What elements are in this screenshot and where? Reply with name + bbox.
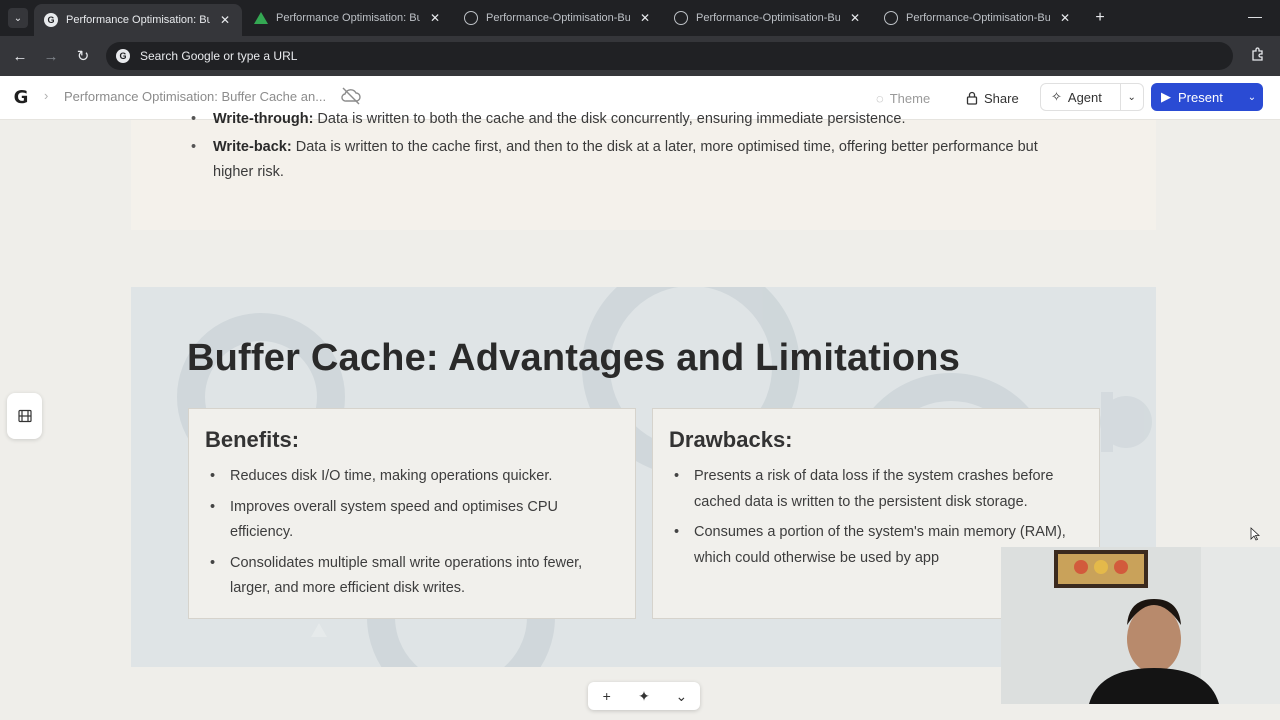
list-item-text: Data is written to the cache first, and …	[213, 139, 1038, 180]
browser-tab-strip: ⌄ G Performance Optimisation: Buff ✕ Per…	[0, 0, 1280, 36]
benefits-box: Benefits: Reduces disk I/O time, making …	[188, 408, 636, 619]
agent-button-group: ✧ Agent ⌄	[1040, 83, 1144, 111]
google-icon: G	[116, 49, 130, 63]
list-item: Consolidates multiple small write operat…	[205, 551, 620, 602]
sparkle-icon: ✧	[1051, 89, 1062, 104]
tab-title: Performance Optimisation: Buff	[66, 14, 210, 26]
list-item: Improves overall system speed and optimi…	[205, 495, 620, 546]
tab-search-chevron-icon[interactable]: ⌄	[8, 8, 28, 28]
tab-title: Performance-Optimisation-Buff	[486, 12, 630, 24]
list-item-term: Write-through:	[213, 111, 314, 127]
tab-title: Performance-Optimisation-Buff	[906, 12, 1050, 24]
globe-icon	[884, 11, 898, 25]
previous-card: Write-through: Data is written to both t…	[131, 107, 1156, 230]
share-button[interactable]: Share	[966, 87, 1019, 109]
forward-arrow-icon[interactable]: →	[41, 46, 61, 66]
tab-title: Performance Optimisation: Buff	[276, 12, 420, 24]
chevron-down-icon[interactable]: ⌄	[1119, 84, 1144, 110]
agent-button[interactable]: ✧ Agent	[1041, 89, 1120, 105]
browser-tab[interactable]: Performance-Optimisation-Buff ✕	[454, 4, 662, 32]
drawbacks-heading: Drawbacks:	[669, 427, 793, 452]
card-layout-button[interactable]	[7, 393, 42, 439]
benefits-list: Reduces disk I/O time, making operations…	[205, 464, 620, 607]
browser-tab[interactable]: Performance Optimisation: Buff ✕	[244, 4, 452, 32]
agent-label: Agent	[1067, 89, 1102, 105]
mouse-cursor-icon	[1250, 527, 1260, 541]
lock-icon	[966, 91, 978, 105]
browser-tab[interactable]: G Performance Optimisation: Buff ✕	[34, 4, 242, 36]
list-item: Reduces disk I/O time, making operations…	[205, 464, 620, 490]
address-bar[interactable]: G Search Google or type a URL	[106, 42, 1233, 70]
webcam-video-overlay	[1001, 547, 1280, 704]
present-button[interactable]: ▶ Present	[1151, 89, 1241, 105]
ai-sparkle-icon[interactable]: ✦	[625, 688, 662, 705]
minimize-icon[interactable]: —	[1246, 8, 1264, 26]
tab-title: Performance-Optimisation-Buff	[696, 12, 840, 24]
list-item: Write-back: Data is written to the cache…	[191, 135, 1081, 185]
slide-title: Buffer Cache: Advantages and Limitations	[187, 337, 961, 379]
gamma-icon: G	[44, 13, 58, 27]
list-item: Write-through: Data is written to both t…	[191, 107, 906, 132]
theme-label: Theme	[889, 90, 931, 106]
chevron-down-icon[interactable]: ⌄	[1241, 92, 1263, 103]
close-icon[interactable]: ✕	[638, 11, 652, 25]
film-strip-icon	[17, 409, 32, 423]
chevron-down-icon[interactable]: ⌄	[663, 688, 700, 705]
list-item-text: Data is written to both the cache and th…	[313, 111, 906, 127]
present-label: Present	[1178, 89, 1223, 105]
browser-tab[interactable]: Performance-Optimisation-Buff ✕	[664, 4, 872, 32]
address-bar-placeholder: Search Google or type a URL	[140, 49, 298, 63]
extensions-puzzle-icon[interactable]	[1248, 46, 1268, 66]
close-icon[interactable]: ✕	[848, 11, 862, 25]
cloud-offline-icon	[340, 86, 364, 108]
globe-icon	[674, 11, 688, 25]
palette-icon: ◌	[876, 90, 884, 106]
close-icon[interactable]: ✕	[428, 11, 442, 25]
share-label: Share	[984, 90, 1019, 106]
globe-icon	[464, 11, 478, 25]
document-title[interactable]: Performance Optimisation: Buffer Cache a…	[64, 89, 326, 104]
new-tab-plus-icon[interactable]: +	[1090, 8, 1110, 28]
back-arrow-icon[interactable]: ←	[10, 46, 30, 66]
gamma-logo-icon[interactable]: G	[10, 86, 32, 108]
add-card-plus-icon[interactable]: +	[588, 688, 625, 704]
benefits-heading: Benefits:	[205, 427, 300, 452]
google-drive-icon	[254, 12, 268, 24]
present-button-group: ▶ Present ⌄	[1151, 83, 1263, 111]
play-icon: ▶	[1161, 89, 1171, 104]
browser-toolbar: ← → ↻ G Search Google or type a URL	[0, 36, 1280, 76]
list-item: Presents a risk of data loss if the syst…	[669, 464, 1084, 515]
bottom-toolbar: + ✦ ⌄	[588, 682, 700, 710]
close-icon[interactable]: ✕	[1058, 11, 1072, 25]
close-icon[interactable]: ✕	[218, 13, 232, 27]
browser-tab[interactable]: Performance-Optimisation-Buff ✕	[874, 4, 1082, 32]
webcam-person-image	[1001, 547, 1280, 704]
theme-button[interactable]: ◌ Theme	[876, 87, 930, 109]
list-item-term: Write-back:	[213, 139, 292, 155]
reload-icon[interactable]: ↻	[73, 46, 93, 66]
chevron-right-icon: ›	[44, 88, 49, 103]
